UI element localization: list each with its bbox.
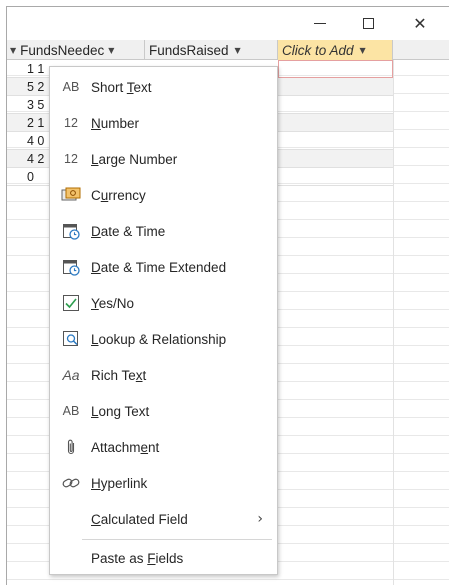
table-cell[interactable]: 2 1 xyxy=(27,116,44,130)
dropdown-arrow-icon[interactable]: ▼ xyxy=(360,46,366,55)
new-field-cell[interactable] xyxy=(278,78,393,96)
menu-item-label: Paste as Fields xyxy=(91,550,184,566)
menu-item-calculated-field[interactable]: Calculated Field › xyxy=(50,501,277,537)
column-header-funds-raised[interactable]: FundsRaised ▼ xyxy=(145,40,278,60)
number-icon: 12 xyxy=(64,116,78,130)
close-icon: ✕ xyxy=(413,13,427,33)
table-cell[interactable]: 3 5 xyxy=(27,98,44,112)
hyperlink-icon xyxy=(61,473,81,493)
menu-item-label: Number xyxy=(91,115,140,131)
menu-item-number[interactable]: 12 Number xyxy=(50,105,277,141)
dropdown-arrow-icon[interactable]: ▼ xyxy=(108,46,114,55)
new-field-cell[interactable] xyxy=(278,150,393,168)
menu-item-label: Short Text xyxy=(91,79,152,95)
new-field-cell[interactable] xyxy=(278,60,393,78)
menu-item-label: Date & Time xyxy=(91,223,166,239)
field-type-menu: AB Short Text 12 Number 12 Large Number … xyxy=(49,66,278,575)
menu-item-hyperlink[interactable]: Hyperlink xyxy=(50,465,277,501)
checkbox-icon xyxy=(61,293,81,313)
menu-item-short-text[interactable]: AB Short Text xyxy=(50,69,277,105)
maximize-icon xyxy=(362,17,374,29)
dropdown-arrow-icon[interactable]: ▼ xyxy=(10,46,16,55)
rich-text-icon: Aa xyxy=(62,367,80,383)
menu-item-label: Hyperlink xyxy=(91,475,148,491)
table-cell[interactable]: 4 0 xyxy=(27,134,44,148)
title-bar: ✕ xyxy=(7,7,449,39)
menu-item-label: Long Text xyxy=(91,403,150,419)
menu-item-date-time-extended[interactable]: Date & Time Extended xyxy=(50,249,277,285)
new-field-cell[interactable] xyxy=(278,96,393,114)
menu-item-label: Large Number xyxy=(91,151,178,167)
minimize-button[interactable] xyxy=(297,7,343,39)
new-field-cell[interactable] xyxy=(278,168,393,186)
menu-item-label: Currency xyxy=(91,187,146,203)
long-text-icon: AB xyxy=(62,404,80,418)
grid-column-divider xyxy=(393,40,394,585)
menu-item-currency[interactable]: Currency xyxy=(50,177,277,213)
column-header-label: Click to Add xyxy=(282,42,354,58)
menu-item-rich-text[interactable]: Aa Rich Text xyxy=(50,357,277,393)
menu-item-label: Calculated Field xyxy=(91,511,188,527)
calendar-extended-icon xyxy=(61,257,81,277)
table-cell[interactable]: 0 xyxy=(27,170,34,184)
menu-item-paste-as-fields[interactable]: Paste as Fields xyxy=(50,540,277,576)
menu-item-date-time[interactable]: Date & Time xyxy=(50,213,277,249)
menu-item-lookup-relationship[interactable]: Lookup & Relationship xyxy=(50,321,277,357)
large-number-icon: 12 xyxy=(64,152,78,166)
close-button[interactable]: ✕ xyxy=(397,7,443,39)
column-header-funds-needed[interactable]: ▼ FundsNeedec ▼ xyxy=(7,40,145,60)
menu-item-attachment[interactable]: Attachment xyxy=(50,429,277,465)
table-cell[interactable]: 1 1 xyxy=(27,62,44,76)
dropdown-arrow-icon[interactable]: ▼ xyxy=(235,46,241,55)
chevron-right-icon: › xyxy=(257,511,263,527)
table-cell[interactable]: 5 2 xyxy=(27,80,44,94)
maximize-button[interactable] xyxy=(345,7,391,39)
new-field-cell[interactable] xyxy=(278,114,393,132)
table-cell[interactable]: 4 2 xyxy=(27,152,44,166)
column-header-click-to-add[interactable]: Click to Add ▼ xyxy=(278,40,393,60)
paperclip-icon xyxy=(61,437,81,457)
menu-item-large-number[interactable]: 12 Large Number xyxy=(50,141,277,177)
menu-item-label: Lookup & Relationship xyxy=(91,331,227,347)
menu-item-label: Yes/No xyxy=(91,295,135,311)
menu-item-yes-no[interactable]: Yes/No xyxy=(50,285,277,321)
menu-item-long-text[interactable]: AB Long Text xyxy=(50,393,277,429)
currency-icon xyxy=(61,185,81,205)
new-field-cell[interactable] xyxy=(278,132,393,150)
menu-item-label: Attachment xyxy=(91,439,160,455)
menu-item-label: Rich Text xyxy=(91,367,147,383)
column-header-row: ▼ FundsNeedec ▼ FundsRaised ▼ Click to A… xyxy=(7,40,449,60)
lookup-icon xyxy=(61,329,81,349)
menu-item-label: Date & Time Extended xyxy=(91,259,227,275)
access-datasheet-window: ✕ ▼ FundsNeedec ▼ FundsRaised ▼ Click to… xyxy=(6,6,449,585)
column-header-label: FundsNeedec xyxy=(20,42,105,58)
calendar-icon xyxy=(61,221,81,241)
short-text-icon: AB xyxy=(62,80,80,94)
column-header-label: FundsRaised xyxy=(149,42,229,58)
minimize-icon xyxy=(314,22,326,24)
